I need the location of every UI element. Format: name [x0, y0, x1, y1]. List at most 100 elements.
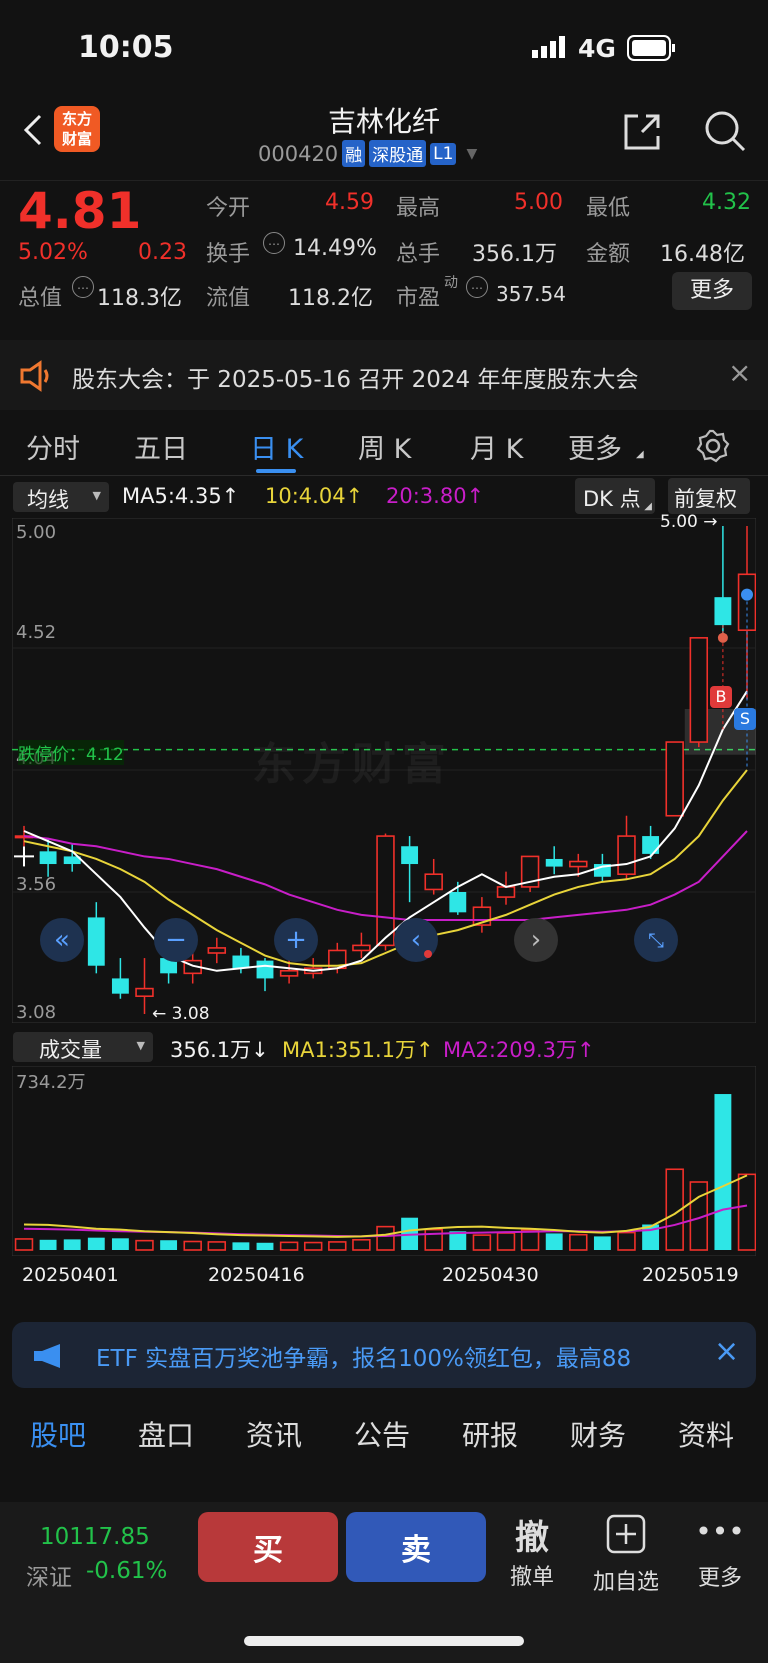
buy-button[interactable]: 买 — [198, 1512, 338, 1582]
volume-bar — [376, 1225, 395, 1251]
y-axis-top: 5.00 — [16, 522, 57, 543]
ad-banner[interactable]: ETF 实盘百万奖池争霸，报名100%领红包，最高88 × — [12, 1322, 756, 1388]
ma5-label: MA5:4.35↑ — [122, 484, 240, 508]
close-icon[interactable]: × — [728, 356, 751, 389]
candle-body — [496, 886, 516, 898]
kline-chart[interactable]: 5.00 4.52 4.04 3.56 3.08 跌停价：4.12 东方财富 5… — [12, 512, 756, 1024]
low-label: 最低 — [586, 196, 631, 221]
sell-button[interactable]: 卖 — [346, 1512, 486, 1582]
zoom-in-icon[interactable]: + — [274, 918, 318, 962]
tab-announcements[interactable]: 公告 — [354, 1414, 410, 1454]
dk-point-button[interactable]: DK 点 ◢ — [575, 478, 655, 514]
stock-code-row: 000420 融 深股通 L1 ▼ — [258, 140, 477, 167]
settings-icon[interactable] — [696, 429, 730, 467]
tab-monthly-k[interactable]: 月 K — [470, 427, 523, 466]
indicator-label: 均线 — [27, 488, 69, 512]
volume-chart[interactable]: 734.2万 20250401 20250416 20250430 202505… — [12, 1066, 756, 1286]
cancel-order-button[interactable]: 撤 撤单 — [500, 1510, 564, 1591]
share-icon[interactable] — [620, 110, 664, 158]
watermark: 东方财富 — [252, 739, 452, 790]
candle-body — [352, 944, 371, 952]
dropdown-icon[interactable]: ▼ — [466, 146, 477, 162]
add-watchlist-button[interactable]: 加自选 — [586, 1514, 666, 1596]
cancel-label: 撤单 — [509, 1565, 554, 1590]
tab-research[interactable]: 研报 — [462, 1414, 518, 1454]
volume-bar — [87, 1237, 105, 1250]
volume-value: 356.1万↓ — [170, 1038, 269, 1062]
candle-body — [689, 637, 709, 743]
volume-bar — [352, 1239, 371, 1251]
tab-handicap[interactable]: 盘口 — [138, 1414, 194, 1454]
turnover-label: 换手 — [206, 242, 251, 267]
volume-bar — [135, 1239, 154, 1251]
close-ad-icon[interactable]: × — [714, 1334, 739, 1369]
volume-bar — [520, 1229, 540, 1251]
tab-profile[interactable]: 资料 — [678, 1414, 734, 1454]
index-change: -0.61% — [86, 1558, 168, 1584]
tab-news[interactable]: 资讯 — [246, 1414, 302, 1454]
fullscreen-icon[interactable]: ⤡ — [634, 918, 678, 962]
chart-period-tabs: 分时 五日 日 K 周 K 月 K 更多 ◢ — [0, 415, 768, 476]
info-icon[interactable]: … — [72, 276, 94, 298]
volume-legend: 成交量 ▼ 356.1万↓ MA1:351.1万↑ MA2:209.3万↑ — [0, 1030, 768, 1066]
candle-body — [39, 851, 57, 865]
tab-weekly-k[interactable]: 周 K — [358, 427, 411, 466]
volume-bar — [39, 1239, 57, 1250]
network-label: 4G — [578, 34, 616, 63]
chevron-down-icon: ▼ — [92, 489, 101, 502]
notice-banner[interactable]: 股东大会：于 2025-05-16 召开 2024 年年度股东大会 × — [0, 340, 768, 410]
tab-intraday[interactable]: 分时 — [26, 427, 80, 466]
info-icon[interactable]: … — [263, 232, 285, 254]
amount-label: 金额 — [586, 242, 631, 267]
amount-value: 16.48亿 — [660, 242, 745, 267]
float-value: 118.2亿 — [288, 286, 373, 311]
pe-superscript: 动 — [444, 275, 458, 291]
tab-more[interactable]: 更多 — [568, 427, 622, 466]
date-label: 20250401 — [22, 1264, 119, 1286]
y-axis-bottom: 3.08 — [16, 1002, 57, 1023]
candle-body — [135, 987, 154, 998]
date-label: 20250430 — [442, 1264, 539, 1286]
more-quote-button[interactable]: 更多 — [672, 272, 752, 310]
buy-signal-marker[interactable]: B — [710, 686, 732, 708]
adjust-button[interactable]: 前复权 — [668, 478, 750, 514]
more-dots-icon: ••• — [695, 1515, 745, 1548]
more-button[interactable]: ••• 更多 — [690, 1514, 750, 1592]
connect-badge: 深股通 — [369, 140, 427, 167]
kline-legend: 均线 ▼ MA5:4.35↑ 10:4.04↑ 20:3.80↑ DK 点 ◢ … — [0, 478, 768, 518]
status-bar: 10:05 4G — [0, 0, 768, 100]
search-icon[interactable] — [702, 108, 748, 158]
zoom-out-icon[interactable]: − — [154, 918, 198, 962]
volume-bar — [617, 1231, 636, 1251]
tab-five-day[interactable]: 五日 — [134, 427, 188, 466]
bottom-action-bar: 10117.85 深证 -0.61% 买 卖 撤 撤单 加自选 ••• 更多 — [0, 1502, 768, 1663]
home-indicator — [244, 1636, 524, 1646]
double-left-icon[interactable]: « — [40, 918, 84, 962]
low-value: 4.32 — [702, 190, 751, 215]
low-annotation-value: 3.08 — [171, 1004, 210, 1024]
high-label: 最高 — [396, 196, 441, 221]
volume-bar — [472, 1234, 492, 1251]
status-time: 10:05 — [78, 30, 174, 65]
volume-indicator-label: 成交量 — [39, 1038, 102, 1062]
turnover-value: 14.49% — [293, 236, 377, 261]
sell-signal-marker[interactable]: S — [734, 708, 756, 730]
ad-text: ETF 实盘百万奖池争霸，报名100%领红包，最高88 — [96, 1346, 632, 1372]
tab-daily-k[interactable]: 日 K — [250, 427, 303, 466]
tab-finance[interactable]: 财务 — [570, 1414, 626, 1454]
info-icon[interactable]: … — [466, 276, 488, 298]
volume-bar — [232, 1242, 250, 1250]
ma20-label: 20:3.80↑ — [386, 484, 485, 508]
open-value: 4.59 — [325, 190, 374, 215]
limit-down-text: 跌停价： — [18, 745, 86, 765]
content-tabs: 股吧 盘口 资讯 公告 研报 财务 资料 — [0, 1398, 768, 1468]
margin-badge: 融 — [342, 140, 366, 167]
tab-forum[interactable]: 股吧 — [30, 1414, 86, 1454]
volume-bar — [63, 1239, 81, 1250]
candle-body — [617, 835, 636, 876]
change-amount: 0.23 — [138, 240, 187, 265]
current-price: 4.81 — [18, 182, 142, 240]
scroll-right-icon[interactable]: › — [514, 918, 558, 962]
volume-indicator-select[interactable]: 成交量 ▼ — [13, 1032, 153, 1062]
indicator-select[interactable]: 均线 ▼ — [13, 482, 109, 512]
